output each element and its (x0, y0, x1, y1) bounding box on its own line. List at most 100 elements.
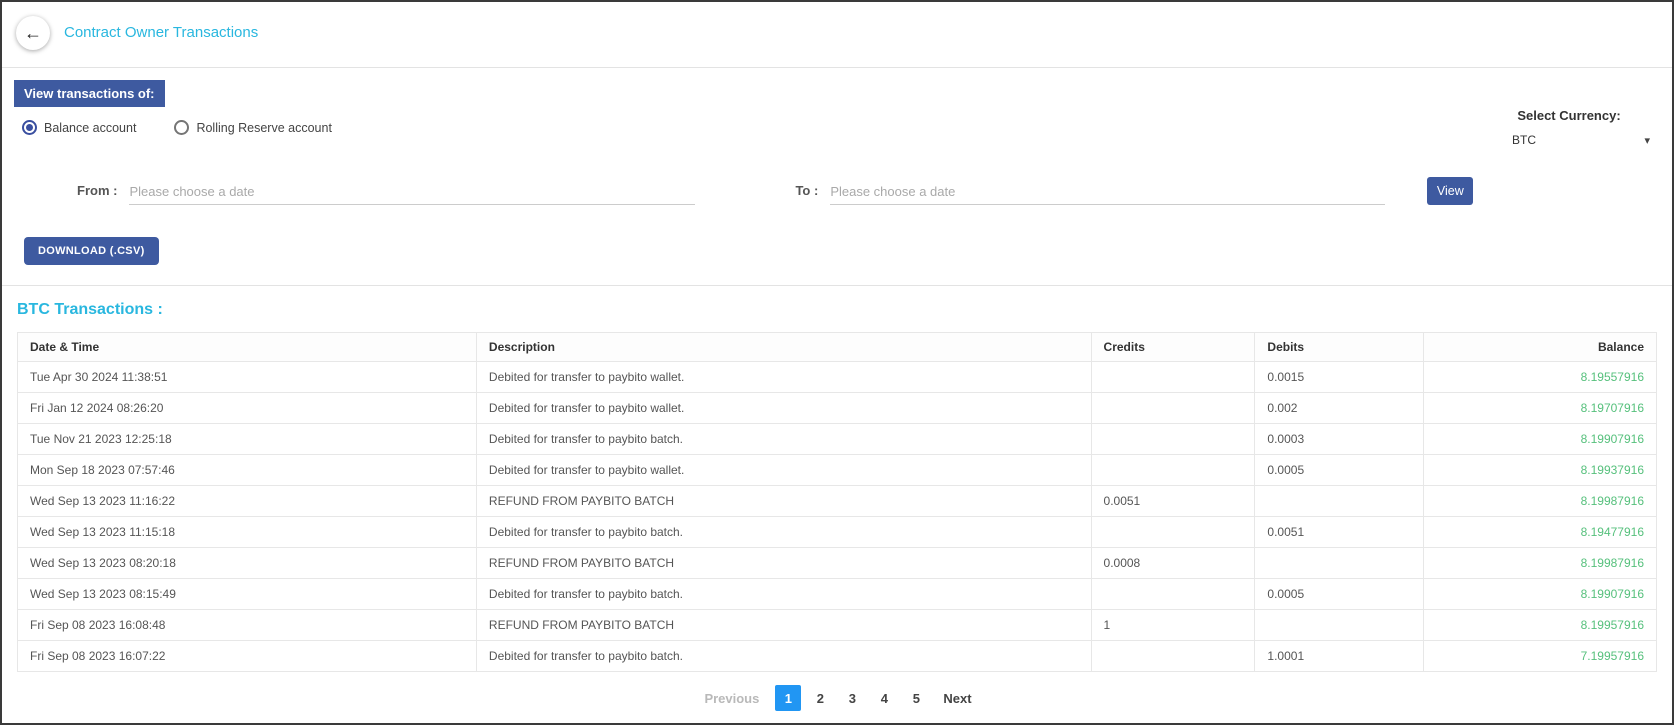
to-date-input[interactable] (830, 179, 1385, 205)
table-row: Tue Nov 21 2023 12:25:18Debited for tran… (18, 424, 1657, 455)
table-row: Mon Sep 18 2023 07:57:46Debited for tran… (18, 455, 1657, 486)
cell-debits: 0.0015 (1255, 362, 1424, 393)
contract-owner-transactions-page: ← Contract Owner Transactions View trans… (0, 0, 1674, 725)
cell-debits (1255, 486, 1424, 517)
table-row: Wed Sep 13 2023 11:15:18Debited for tran… (18, 517, 1657, 548)
currency-selector-block: Select Currency: BTC ▾ (1424, 108, 1654, 147)
pagination-next[interactable]: Next (935, 691, 979, 706)
cell-credits (1091, 393, 1255, 424)
cell-credits (1091, 517, 1255, 548)
to-label: To : (795, 183, 818, 205)
radio-rolling-reserve-account[interactable]: Rolling Reserve account (174, 120, 332, 135)
cell-credits (1091, 455, 1255, 486)
table-header-row: Date & Time Description Credits Debits B… (18, 333, 1657, 362)
pagination-page-5[interactable]: 5 (903, 685, 929, 711)
pagination-previous[interactable]: Previous (694, 691, 769, 706)
cell-balance: 8.19957916 (1424, 610, 1657, 641)
cell-balance: 8.19707916 (1424, 393, 1657, 424)
arrow-left-icon: ← (24, 23, 42, 44)
cell-description: Debited for transfer to paybito batch. (476, 517, 1091, 548)
column-header-balance: Balance (1424, 333, 1657, 362)
cell-balance: 8.19907916 (1424, 424, 1657, 455)
page-header: ← Contract Owner Transactions (2, 2, 1672, 68)
page-title: Contract Owner Transactions (64, 24, 258, 41)
radio-circle-icon (22, 120, 37, 135)
cell-debits (1255, 548, 1424, 579)
cell-description: Debited for transfer to paybito wallet. (476, 455, 1091, 486)
pagination-page-1[interactable]: 1 (775, 685, 801, 711)
radio-label: Rolling Reserve account (196, 121, 332, 135)
table-row: Fri Sep 08 2023 16:08:48REFUND FROM PAYB… (18, 610, 1657, 641)
filter-section: View transactions of: Balance account Rol… (2, 68, 1672, 285)
cell-description: REFUND FROM PAYBITO BATCH (476, 610, 1091, 641)
cell-description: Debited for transfer to paybito batch. (476, 641, 1091, 672)
cell-datetime: Wed Sep 13 2023 08:15:49 (18, 579, 477, 610)
cell-debits: 0.002 (1255, 393, 1424, 424)
cell-datetime: Wed Sep 13 2023 08:20:18 (18, 548, 477, 579)
radio-balance-account[interactable]: Balance account (22, 120, 136, 135)
date-range-row: From : To : View (77, 177, 1672, 205)
cell-debits: 0.0005 (1255, 579, 1424, 610)
currency-select[interactable]: BTC ▾ (1424, 133, 1654, 147)
currency-selected-value: BTC (1424, 133, 1536, 147)
pagination: Previous 12345 Next (17, 685, 1657, 711)
column-header-credits: Credits (1091, 333, 1255, 362)
cell-balance: 8.19477916 (1424, 517, 1657, 548)
cell-credits (1091, 424, 1255, 455)
table-row: Wed Sep 13 2023 08:15:49Debited for tran… (18, 579, 1657, 610)
cell-description: REFUND FROM PAYBITO BATCH (476, 548, 1091, 579)
cell-description: Debited for transfer to paybito batch. (476, 579, 1091, 610)
cell-datetime: Mon Sep 18 2023 07:57:46 (18, 455, 477, 486)
cell-datetime: Tue Apr 30 2024 11:38:51 (18, 362, 477, 393)
from-label: From : (77, 183, 117, 205)
table-row: Tue Apr 30 2024 11:38:51Debited for tran… (18, 362, 1657, 393)
view-transactions-of-label: View transactions of: (14, 80, 165, 107)
cell-credits: 0.0008 (1091, 548, 1255, 579)
table-row: Fri Sep 08 2023 16:07:22Debited for tran… (18, 641, 1657, 672)
cell-description: REFUND FROM PAYBITO BATCH (476, 486, 1091, 517)
transactions-table: Date & Time Description Credits Debits B… (17, 332, 1657, 672)
table-row: Wed Sep 13 2023 11:16:22REFUND FROM PAYB… (18, 486, 1657, 517)
cell-balance: 8.19937916 (1424, 455, 1657, 486)
radio-label: Balance account (44, 121, 136, 135)
cell-description: Debited for transfer to paybito wallet. (476, 362, 1091, 393)
cell-datetime: Fri Jan 12 2024 08:26:20 (18, 393, 477, 424)
table-row: Wed Sep 13 2023 08:20:18REFUND FROM PAYB… (18, 548, 1657, 579)
pagination-page-2[interactable]: 2 (807, 685, 833, 711)
cell-credits (1091, 579, 1255, 610)
cell-datetime: Wed Sep 13 2023 11:16:22 (18, 486, 477, 517)
table-row: Fri Jan 12 2024 08:26:20Debited for tran… (18, 393, 1657, 424)
cell-credits: 1 (1091, 610, 1255, 641)
cell-balance: 7.19957916 (1424, 641, 1657, 672)
back-button[interactable]: ← (16, 16, 50, 50)
cell-datetime: Tue Nov 21 2023 12:25:18 (18, 424, 477, 455)
cell-description: Debited for transfer to paybito batch. (476, 424, 1091, 455)
cell-datetime: Fri Sep 08 2023 16:07:22 (18, 641, 477, 672)
cell-debits (1255, 610, 1424, 641)
cell-credits (1091, 362, 1255, 393)
cell-debits: 1.0001 (1255, 641, 1424, 672)
cell-credits: 0.0051 (1091, 486, 1255, 517)
select-currency-label: Select Currency: (1424, 108, 1654, 123)
pagination-page-4[interactable]: 4 (871, 685, 897, 711)
cell-credits (1091, 641, 1255, 672)
pagination-page-3[interactable]: 3 (839, 685, 865, 711)
cell-balance: 8.19987916 (1424, 548, 1657, 579)
cell-balance: 8.19557916 (1424, 362, 1657, 393)
cell-balance: 8.19987916 (1424, 486, 1657, 517)
download-csv-button[interactable]: DOWNLOAD (.CSV) (24, 237, 159, 265)
transactions-table-body: Tue Apr 30 2024 11:38:51Debited for tran… (18, 362, 1657, 672)
view-button[interactable]: View (1427, 177, 1473, 205)
radio-circle-icon (174, 120, 189, 135)
cell-datetime: Wed Sep 13 2023 11:15:18 (18, 517, 477, 548)
cell-debits: 0.0003 (1255, 424, 1424, 455)
transactions-table-section: BTC Transactions : Date & Time Descripti… (2, 301, 1672, 711)
pagination-pages: 12345 (775, 685, 929, 711)
cell-debits: 0.0051 (1255, 517, 1424, 548)
from-date-input[interactable] (129, 179, 695, 205)
cell-debits: 0.0005 (1255, 455, 1424, 486)
section-divider (2, 285, 1672, 286)
btc-transactions-heading: BTC Transactions : (17, 301, 1657, 319)
chevron-down-icon: ▾ (1644, 134, 1654, 147)
cell-balance: 8.19907916 (1424, 579, 1657, 610)
